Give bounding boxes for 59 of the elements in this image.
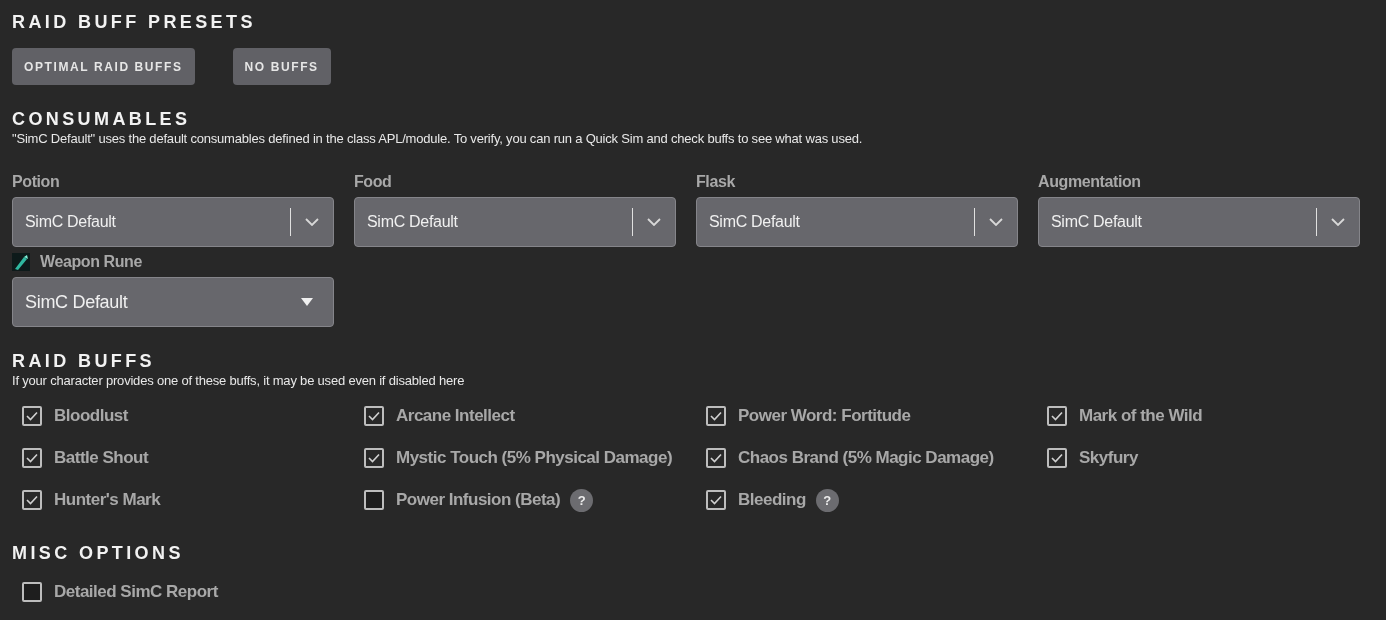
check-icon xyxy=(710,453,722,463)
check-icon xyxy=(26,453,38,463)
field-label: Food xyxy=(354,173,392,191)
caret-down-icon xyxy=(301,298,313,306)
dropdown[interactable]: SimC Default xyxy=(354,197,676,247)
checkbox[interactable] xyxy=(22,490,42,510)
check-icon xyxy=(710,495,722,505)
checkbox-label: Mark of the Wild xyxy=(1079,406,1203,426)
check-icon xyxy=(1051,411,1063,421)
help-icon[interactable]: ? xyxy=(815,488,839,512)
checkbox[interactable] xyxy=(364,448,384,468)
section-heading: CONSUMABLES xyxy=(12,108,192,131)
section-description: "SimC Default" uses the default consumables defined in the class APL/module. To verify, you can run a Quick Sim and check buffs to see what was used. xyxy=(12,131,864,147)
chevron-down-icon xyxy=(305,218,319,226)
chevron-down-icon xyxy=(647,218,661,226)
check-icon xyxy=(368,453,380,463)
preset-button[interactable]: OPTIMAL RAID BUFFS xyxy=(12,48,195,85)
checkbox[interactable] xyxy=(706,490,726,510)
check-icon xyxy=(710,411,722,421)
dropdown[interactable]: SimC Default xyxy=(12,277,334,327)
chevron-down-icon xyxy=(989,218,1003,226)
field-label: Augmentation xyxy=(1038,173,1141,191)
checkbox-label: Bloodlust xyxy=(54,406,128,426)
section-heading: RAID BUFF PRESETS xyxy=(12,11,257,34)
checkbox-label: Battle Shout xyxy=(54,448,149,468)
checkbox-label: Arcane Intellect xyxy=(396,406,515,426)
checkbox-label: Detailed SimC Report xyxy=(54,582,218,602)
checkbox[interactable] xyxy=(22,406,42,426)
checkbox-label: Power Word: Fortitude xyxy=(738,406,911,426)
section-heading: MISC OPTIONS xyxy=(12,542,185,565)
field-label: Potion xyxy=(12,173,60,191)
check-icon xyxy=(26,495,38,505)
checkbox[interactable] xyxy=(706,448,726,468)
section-description: If your character provides one of these buffs, it may be used even if disabled here xyxy=(12,373,466,389)
field-label: Weapon Rune xyxy=(40,253,142,271)
chevron-down-icon xyxy=(1331,218,1345,226)
help-icon[interactable]: ? xyxy=(570,488,594,512)
checkbox[interactable] xyxy=(22,582,42,602)
dropdown[interactable]: SimC Default xyxy=(1038,197,1360,247)
checkbox[interactable] xyxy=(706,406,726,426)
checkbox-label: Hunter's Mark xyxy=(54,490,161,510)
checkbox[interactable] xyxy=(1047,448,1067,468)
dropdown[interactable]: SimC Default xyxy=(696,197,1018,247)
checkbox-label: Bleeding xyxy=(738,490,806,510)
checkbox-label: Mystic Touch (5% Physical Damage) xyxy=(396,448,673,468)
section-heading: RAID BUFFS xyxy=(12,350,156,373)
checkbox[interactable] xyxy=(364,406,384,426)
checkbox-label: Chaos Brand (5% Magic Damage) xyxy=(738,448,994,468)
check-icon xyxy=(1051,453,1063,463)
checkbox[interactable] xyxy=(1047,406,1067,426)
check-icon xyxy=(26,411,38,421)
checkbox-label: Skyfury xyxy=(1079,448,1138,468)
checkbox-label: Power Infusion (Beta) xyxy=(396,490,561,510)
checkbox[interactable] xyxy=(364,490,384,510)
checkbox[interactable] xyxy=(22,448,42,468)
dropdown[interactable]: SimC Default xyxy=(12,197,334,247)
preset-button[interactable]: NO BUFFS xyxy=(232,48,331,85)
field-label: Flask xyxy=(696,173,735,191)
check-icon xyxy=(368,411,380,421)
